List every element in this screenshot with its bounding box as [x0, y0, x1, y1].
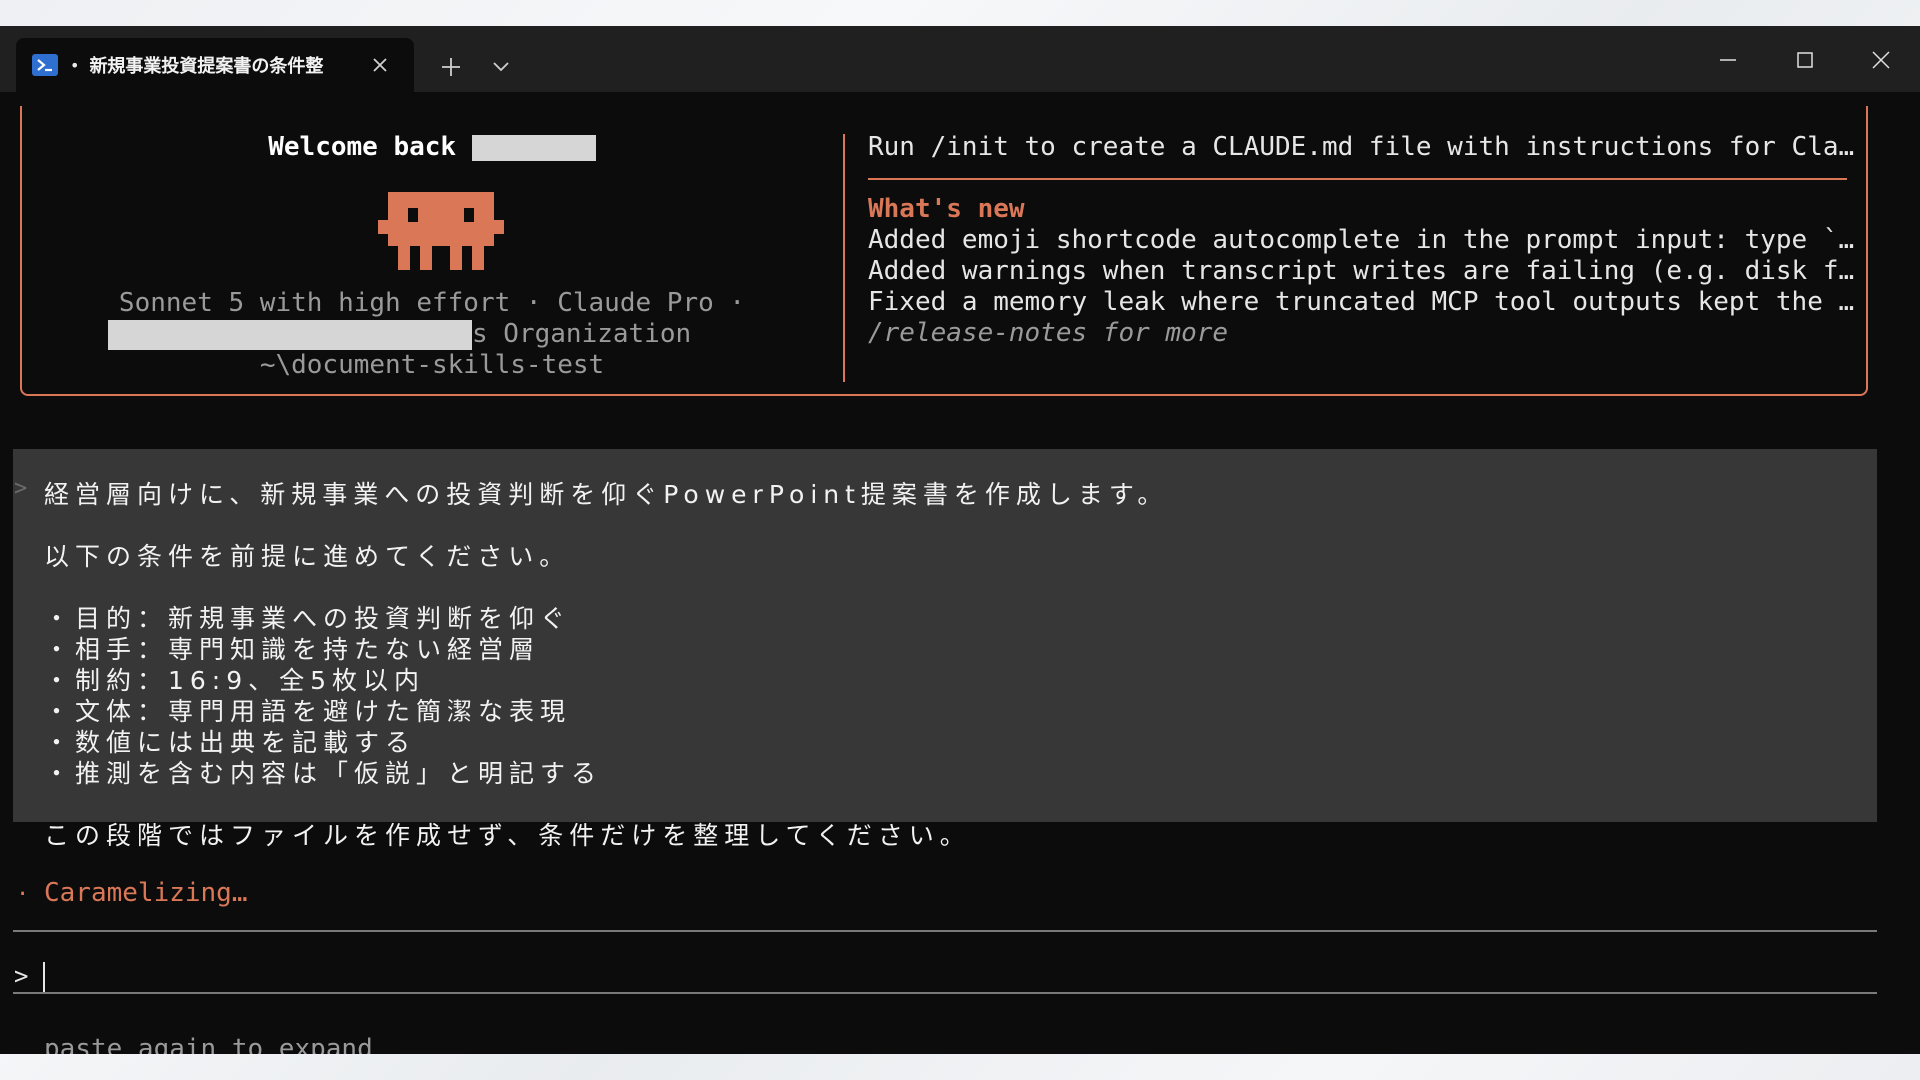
powershell-icon [32, 54, 58, 76]
tab-modified-dot: • [70, 55, 80, 75]
close-tab-icon[interactable] [370, 55, 390, 75]
welcome-greeting: Welcome back [0, 132, 864, 163]
prompt-line: ・推測を含む内容は「仮説」と明記する [44, 759, 603, 788]
terminal-tab[interactable]: • 新規事業投資提案書の条件整 [16, 38, 414, 92]
init-tip: Run /init to create a CLAUDE.md file wit… [868, 132, 1855, 162]
title-bar: • 新規事業投資提案書の条件整 [0, 26, 1920, 92]
organization-line: s Organization [108, 319, 691, 350]
welcome-text: Welcome back [268, 132, 457, 162]
news-item: Fixed a memory leak where truncated MCP … [868, 287, 1855, 317]
chevron-down-icon[interactable] [490, 58, 512, 76]
news-item: Added warnings when transcript writes ar… [868, 256, 1855, 286]
prompt-caret: > [14, 476, 28, 501]
working-directory: ~\document-skills-test [259, 350, 605, 380]
tips-divider [868, 178, 1847, 180]
minimize-icon[interactable] [1716, 48, 1740, 72]
input-bottom-rule [13, 992, 1877, 994]
model-info: Sonnet 5 with high effort · Claude Pro · [118, 288, 746, 318]
maximize-icon[interactable] [1793, 48, 1817, 72]
paste-hint: paste again to expand [44, 1034, 373, 1054]
tab-title: 新規事業投資提案書の条件整 [89, 56, 324, 77]
panel-divider [843, 134, 845, 382]
new-tab-icon[interactable] [438, 54, 464, 80]
news-item: Added emoji shortcode autocomplete in th… [868, 225, 1855, 255]
prompt-line: 以下の条件を前提に進めてください。 [44, 542, 571, 571]
release-notes-link[interactable]: /release-notes for more [868, 318, 1228, 349]
status-text: Caramelizing… [44, 878, 248, 908]
prompt-line: この段階ではファイルを作成せず、条件だけを整理してください。 [44, 821, 971, 850]
input-caret: > [14, 962, 29, 990]
redacted-org-name [108, 319, 472, 350]
terminal-window: • 新規事業投資提案書の条件整 Welcome back Sonnet 5 wi… [0, 26, 1920, 1054]
status-dot: · [16, 882, 30, 907]
whats-new-title: What's new [868, 194, 1025, 224]
close-window-icon[interactable] [1869, 48, 1893, 72]
mascot-icon [378, 192, 504, 270]
org-suffix: s Organization [472, 319, 692, 349]
input-top-rule [13, 930, 1877, 932]
text-cursor[interactable] [43, 962, 45, 994]
prompt-line: 経営層向けに、新規事業への投資判断を仰ぐPowerPoint提案書を作成します。 [44, 480, 1169, 509]
redacted-username [471, 134, 596, 161]
